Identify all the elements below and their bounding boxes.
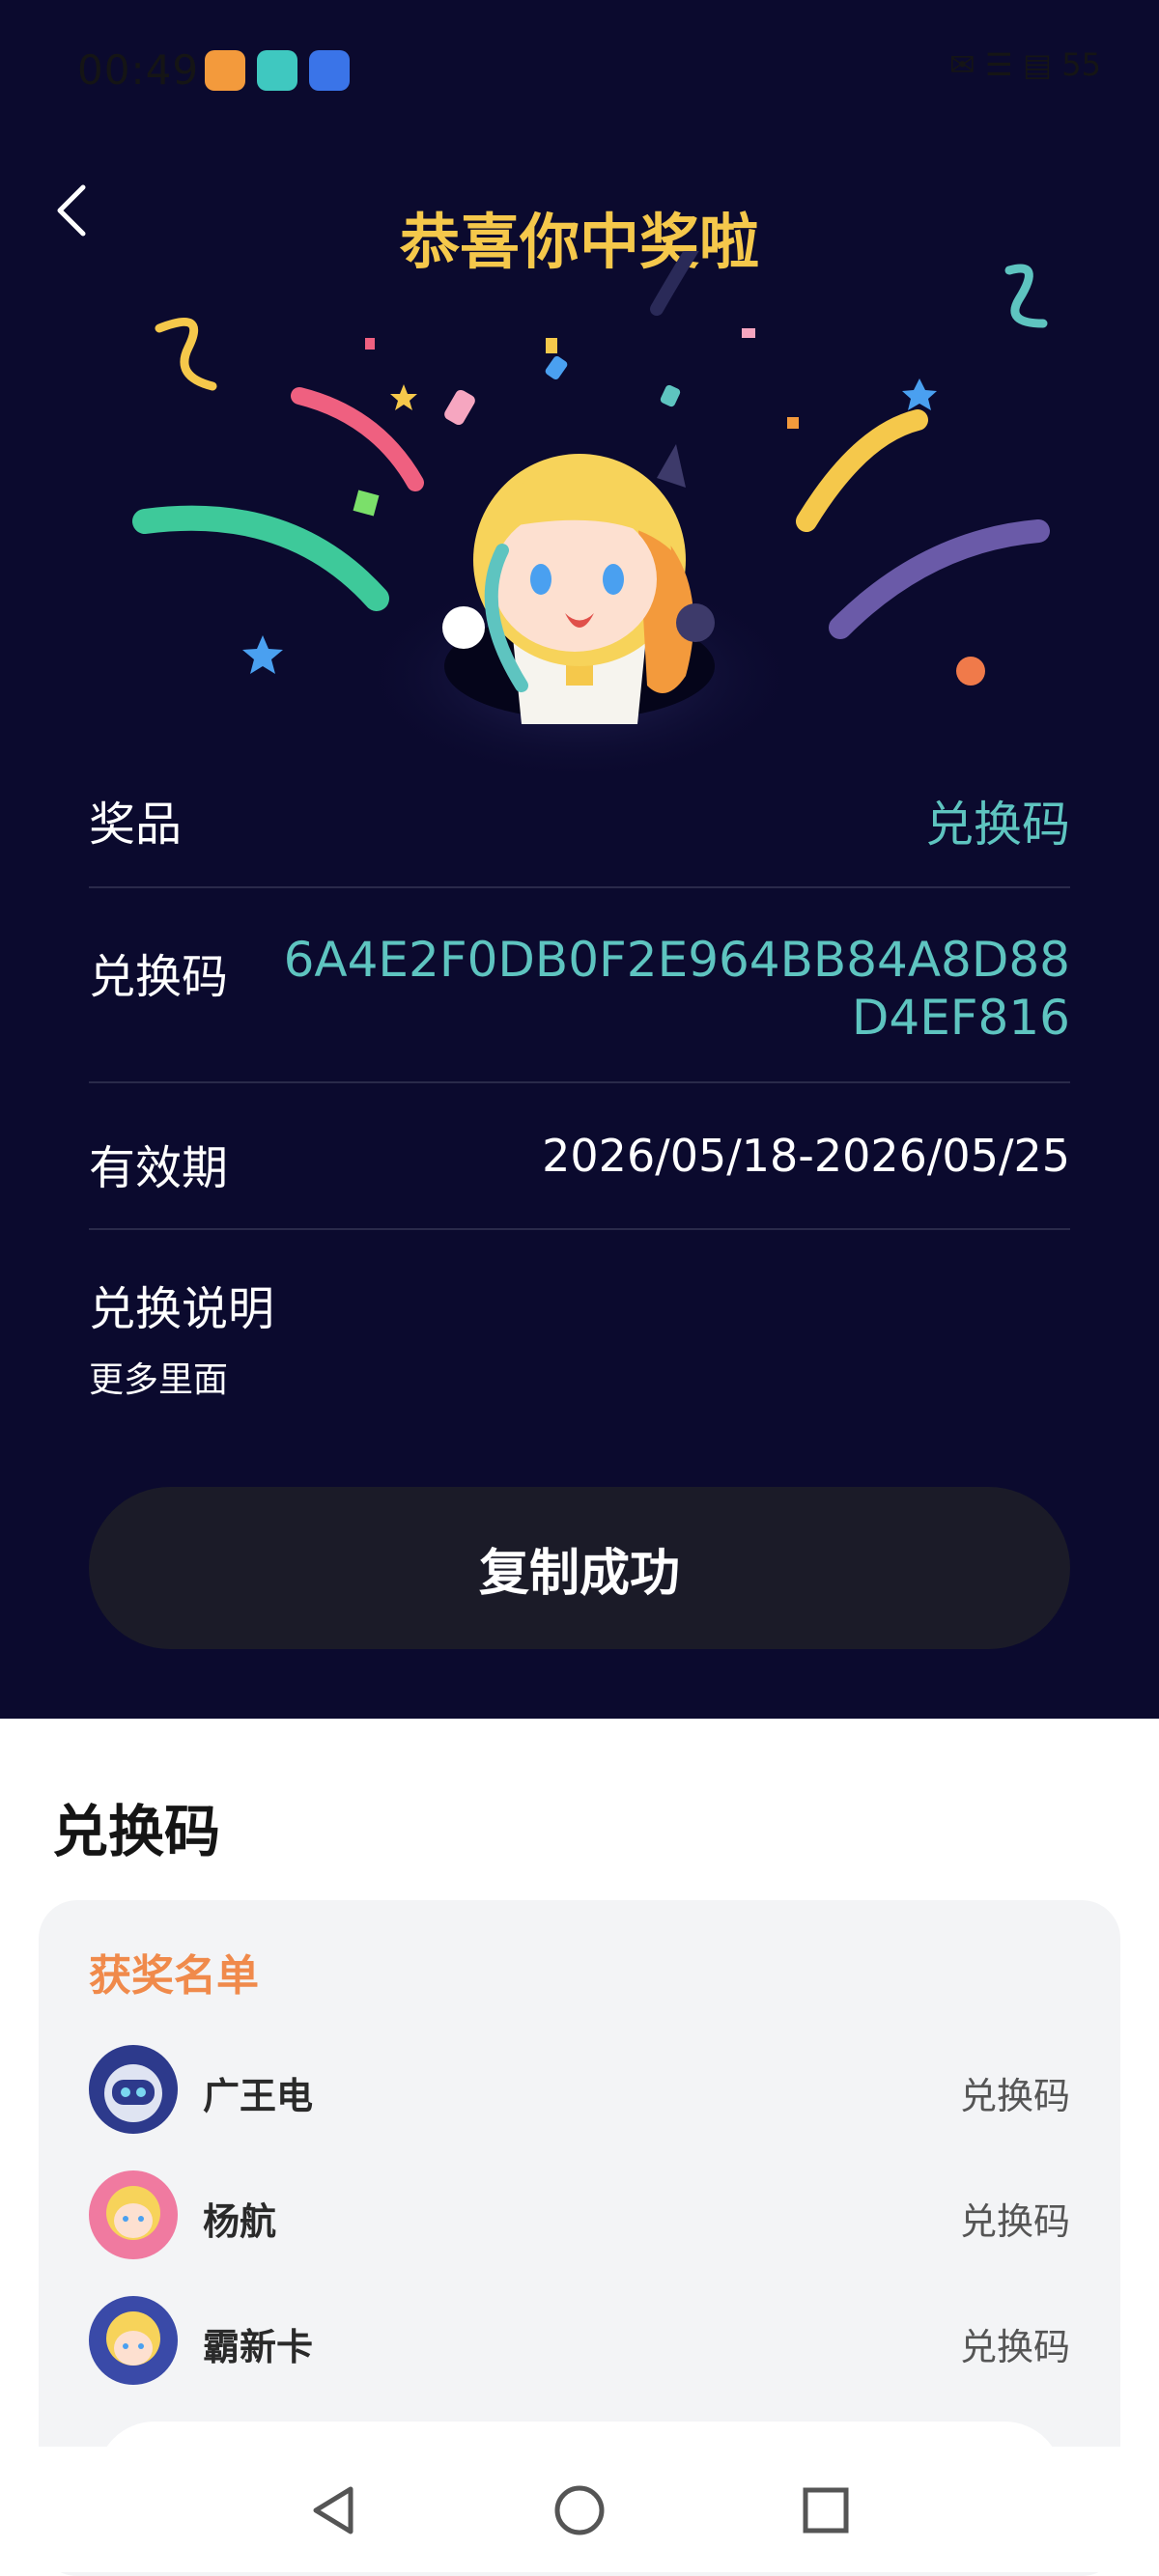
system-nav-bar [0,2447,1159,2572]
avatar [89,2045,178,2134]
square-recent-icon[interactable] [797,2481,855,2539]
winner-prize: 兑换码 [959,2075,1070,2117]
code-row: 兑换码 6A4E2F0DB0F2E964BB84A8D88D4EF816 [89,888,1070,1083]
prize-screen: 00:49 ✉ ☰ ▤ 55 恭喜你中奖啦 奖品 兑换码 兑换码 6A4E2F0… [0,0,1159,1719]
code-value[interactable]: 6A4E2F0DB0F2E964BB84A8D88D4EF816 [278,931,1070,1047]
validity-value: 2026/05/18-2026/05/25 [542,1130,1070,1182]
character-avatar-icon [106,2186,160,2240]
validity-label: 有效期 [89,1141,229,1195]
prize-row: 奖品 兑换码 [89,763,1070,888]
winner-prize: 兑换码 [959,2326,1070,2368]
winners-title: 获奖名单 [89,1951,259,2001]
status-time: 00:49 [77,46,200,94]
prize-value: 兑换码 [925,797,1070,853]
winner-name: 霸新卡 [203,2326,314,2368]
prize-label: 奖品 [89,798,183,852]
instructions-text: 更多里面 [89,1360,229,1400]
celebration-illustration [132,251,1050,782]
winner-prize: 兑换码 [959,2200,1070,2243]
winner-name: 广王电 [203,2075,314,2117]
tap-app-icon [257,50,297,91]
winner-row[interactable]: 杨航 兑换码 [89,2170,1070,2263]
instructions-row: 兑换说明 更多里面 [89,1230,1070,1423]
sheet-title: 兑换码 [52,1799,221,1864]
app-badge-icon [205,50,245,91]
validity-row: 有效期 2026/05/18-2026/05/25 [89,1083,1070,1230]
character-avatar-icon [106,2311,160,2366]
winner-name: 杨航 [203,2200,277,2243]
triangle-back-icon[interactable] [304,2481,362,2539]
winner-row[interactable]: 广王电 兑换码 [89,2045,1070,2138]
status-bar: 00:49 ✉ ☰ ▤ 55 [0,39,1159,106]
code-label: 兑换码 [89,950,229,1004]
app-market-icon [309,50,350,91]
instructions-label: 兑换说明 [89,1282,275,1336]
winner-row[interactable]: 霸新卡 兑换码 [89,2296,1070,2389]
prize-details: 奖品 兑换码 兑换码 6A4E2F0DB0F2E964BB84A8D88D4EF… [89,763,1070,1423]
status-icons: ✉ ☰ ▤ 55 [949,46,1101,83]
copy-success-button[interactable]: 复制成功 [89,1487,1070,1649]
avatar [89,2170,178,2259]
robot-avatar-icon [104,2064,162,2122]
avatar [89,2296,178,2385]
circle-home-icon[interactable] [551,2481,608,2539]
